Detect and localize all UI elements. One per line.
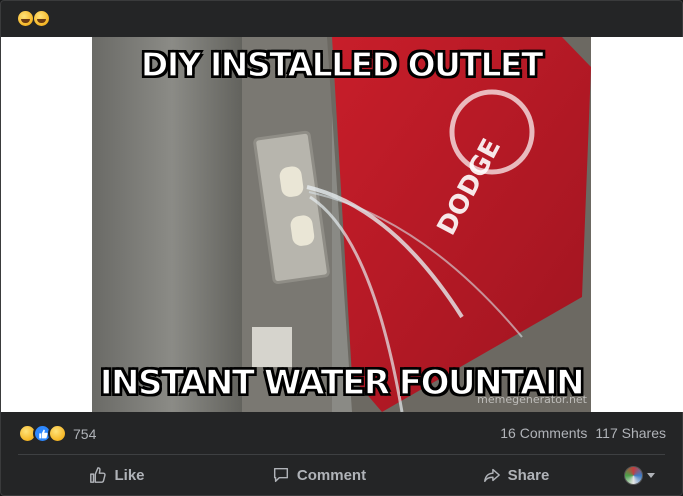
- sweat-smile-emoji-icon: [34, 10, 49, 26]
- wow-icon: [48, 424, 67, 443]
- comments-count-link[interactable]: 16 Comments: [500, 425, 587, 441]
- react-as-profile-selector[interactable]: [619, 458, 659, 492]
- post-media[interactable]: DODGE DIY INSTALLED OUTLET INSTANT WATER…: [1, 37, 683, 412]
- comment-label: Comment: [296, 466, 367, 484]
- shares-count-link[interactable]: 117 Shares: [595, 425, 666, 441]
- action-divider: [18, 454, 665, 455]
- engagement-counts: 16 Comments 117 Shares: [500, 425, 666, 441]
- share-arrow-icon: [483, 468, 500, 483]
- meme-top-text: DIY INSTALLED OUTLET: [140, 44, 544, 84]
- meme-photo: DODGE: [92, 37, 591, 412]
- caret-down-icon: [646, 472, 655, 478]
- meme-image[interactable]: DODGE DIY INSTALLED OUTLET INSTANT WATER…: [92, 37, 591, 412]
- share-button[interactable]: Share: [481, 458, 551, 492]
- comment-icon: [273, 467, 288, 483]
- reaction-count[interactable]: 754: [73, 426, 96, 442]
- share-label: Share: [507, 466, 550, 484]
- like-button[interactable]: Like: [87, 458, 147, 492]
- reaction-summary[interactable]: 754: [18, 424, 96, 443]
- thumbs-up-icon: [90, 467, 107, 483]
- post-caption: [18, 7, 49, 29]
- avatar: [623, 465, 643, 485]
- meme-watermark: memegenerator.net: [477, 393, 587, 406]
- post-stats: 754 16 Comments 117 Shares: [1, 412, 683, 454]
- comment-button[interactable]: Comment: [269, 458, 369, 492]
- post-card: DODGE DIY INSTALLED OUTLET INSTANT WATER…: [0, 0, 683, 496]
- like-label: Like: [114, 466, 145, 484]
- action-bar: Like Comment Share: [1, 456, 683, 494]
- laughing-emoji-icon: [18, 10, 33, 26]
